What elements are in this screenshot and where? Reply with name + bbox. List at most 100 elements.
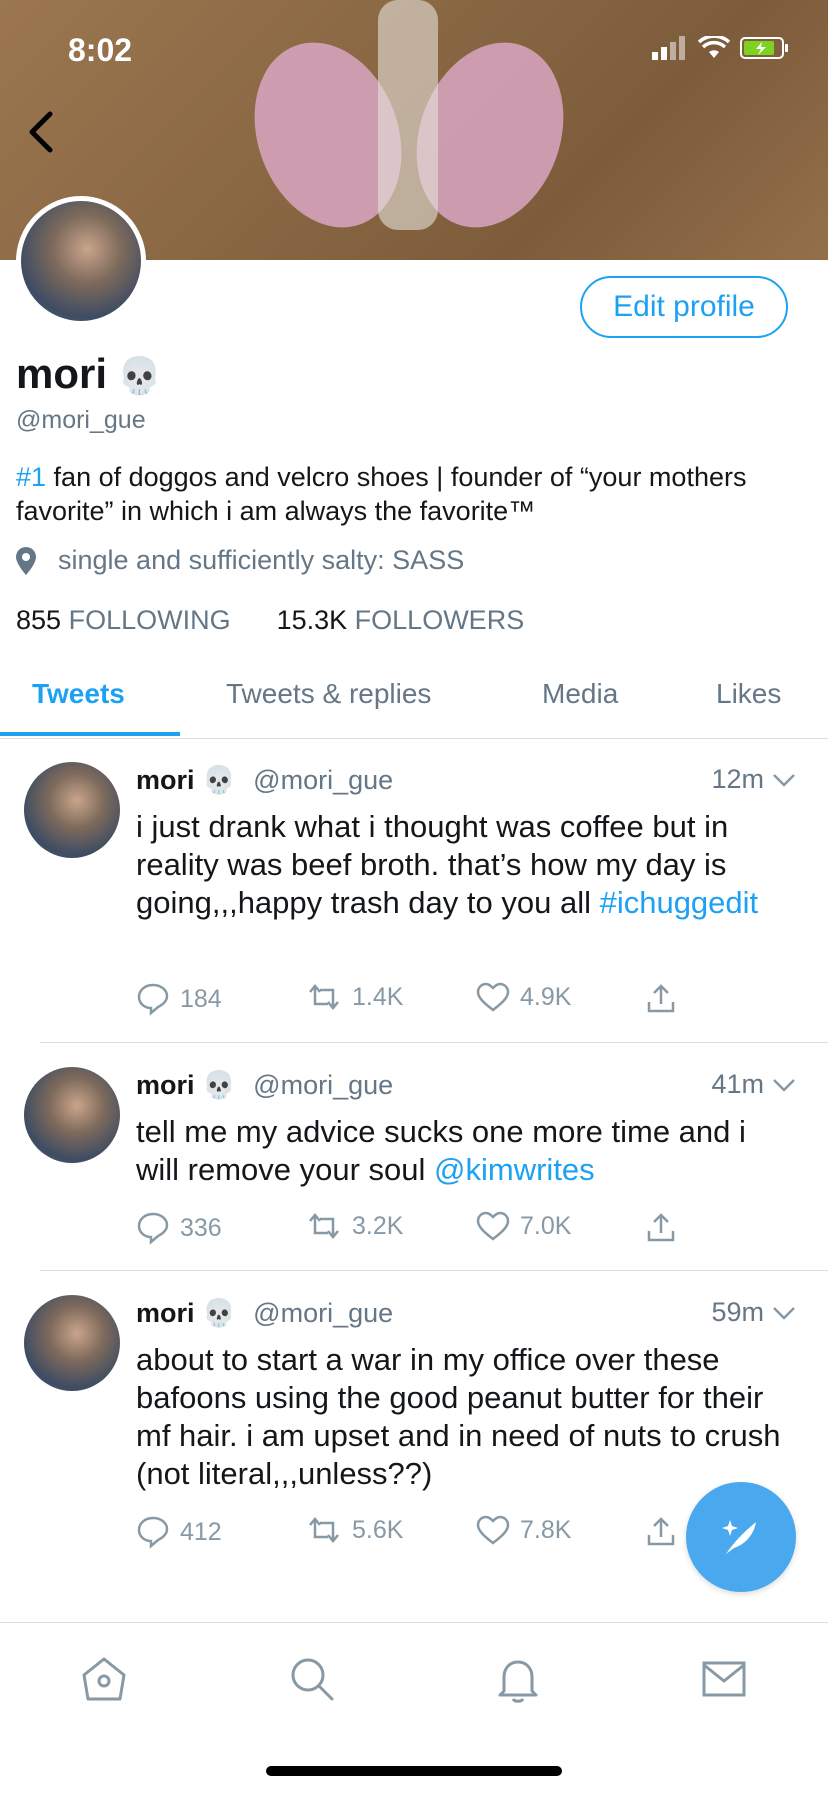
tweet-avatar[interactable] — [24, 1067, 120, 1163]
bio-hashtag[interactable]: #1 — [16, 462, 46, 492]
tweet-time: 59m — [711, 1297, 796, 1328]
tweet[interactable]: mori 💀 @mori_gue 12m i just drank what i… — [0, 756, 828, 1046]
retweet-count: 5.6K — [352, 1515, 404, 1544]
reply-icon — [137, 1516, 169, 1549]
following-count: 855 — [16, 605, 62, 635]
tweet-actions: 184 1.4K 4.9K — [136, 982, 696, 1022]
tweet-timestamp: 12m — [711, 764, 764, 794]
share-button[interactable] — [646, 1211, 676, 1243]
like-count: 4.9K — [520, 982, 572, 1011]
followers-count: 15.3K — [276, 605, 348, 635]
tweet-header: mori 💀 @mori_gue — [136, 764, 393, 796]
search-icon[interactable] — [286, 1653, 338, 1705]
skull-emoji: 💀 — [202, 1070, 236, 1100]
home-icon[interactable] — [78, 1653, 130, 1705]
reply-button[interactable]: 184 — [136, 982, 222, 1016]
chevron-down-icon[interactable] — [772, 1305, 796, 1321]
share-icon — [647, 1213, 675, 1242]
tweet-header: mori 💀 @mori_gue — [136, 1069, 393, 1101]
tweet-author-handle: @mori_gue — [253, 1298, 394, 1328]
profile-avatar[interactable] — [16, 196, 146, 326]
tweet-time: 12m — [711, 764, 796, 795]
following-link[interactable]: 855 FOLLOWING — [16, 605, 231, 636]
signal-icon — [652, 36, 685, 60]
chevron-down-icon[interactable] — [772, 1077, 796, 1093]
retweet-count: 1.4K — [352, 982, 404, 1011]
skull-emoji: 💀 — [202, 1298, 236, 1328]
back-arrow-icon[interactable] — [22, 108, 62, 156]
share-icon — [647, 984, 675, 1013]
tab-media[interactable]: Media — [542, 678, 618, 710]
compose-feather-icon — [722, 1520, 756, 1554]
followers-link[interactable]: 15.3K FOLLOWERS — [277, 605, 525, 636]
edit-profile-button[interactable]: Edit profile — [580, 276, 788, 338]
share-button[interactable] — [646, 1515, 676, 1547]
following-label: FOLLOWING — [68, 605, 231, 635]
like-count: 7.8K — [520, 1515, 572, 1544]
tab-tweets[interactable]: Tweets — [32, 678, 125, 710]
tweet-header: mori 💀 @mori_gue — [136, 1297, 393, 1329]
tweet-author-name: mori — [136, 1070, 195, 1100]
home-indicator — [266, 1766, 562, 1776]
tweet-author-name: mori — [136, 1298, 195, 1328]
tweet-timestamp: 41m — [711, 1069, 764, 1099]
reply-button[interactable]: 412 — [136, 1515, 222, 1549]
tweet-divider — [40, 1042, 828, 1043]
tweet-avatar[interactable] — [24, 1295, 120, 1391]
tweet-author-handle: @mori_gue — [253, 765, 394, 795]
profile-tabs: Tweets Tweets & replies Media Likes — [0, 668, 828, 739]
retweet-icon — [309, 984, 339, 1010]
chevron-down-icon[interactable] — [772, 772, 796, 788]
tweet-text: tell me my advice sucks one more time an… — [136, 1113, 786, 1189]
heart-icon — [476, 982, 510, 1012]
location-pin-icon — [16, 546, 36, 575]
share-button[interactable] — [646, 982, 676, 1014]
heart-icon — [476, 1515, 510, 1545]
like-button[interactable]: 7.8K — [476, 1515, 571, 1545]
like-count: 7.0K — [520, 1211, 572, 1240]
tweet-author-name: mori — [136, 765, 195, 795]
retweet-icon — [309, 1213, 339, 1239]
retweet-button[interactable]: 5.6K — [306, 1515, 403, 1545]
like-button[interactable]: 4.9K — [476, 982, 571, 1012]
profile-bio: #1 fan of doggos and velcro shoes | foun… — [16, 460, 816, 528]
profile-handle: @mori_gue — [16, 406, 146, 434]
notifications-icon[interactable] — [492, 1653, 544, 1705]
tweet-divider — [40, 1270, 828, 1271]
status-time: 8:02 — [68, 32, 133, 68]
like-button[interactable]: 7.0K — [476, 1211, 571, 1241]
location-text: single and sufficiently salty: SASS — [58, 545, 465, 575]
tweet[interactable]: mori 💀 @mori_gue 41m tell me my advice s… — [0, 1061, 828, 1271]
tweet-author-handle: @mori_gue — [253, 1070, 394, 1100]
share-icon — [647, 1517, 675, 1546]
messages-icon[interactable] — [698, 1653, 750, 1705]
tab-tweets-replies[interactable]: Tweets & replies — [226, 678, 431, 710]
skull-emoji: 💀 — [202, 765, 236, 795]
reply-count: 184 — [180, 984, 222, 1013]
followers-label: FOLLOWERS — [354, 605, 525, 635]
retweet-count: 3.2K — [352, 1211, 404, 1240]
tweet-mention-link[interactable]: @kimwrites — [434, 1152, 595, 1187]
reply-icon — [137, 1212, 169, 1245]
bio-text: fan of doggos and velcro shoes | founder… — [16, 462, 747, 526]
tweet-text: about to start a war in my office over t… — [136, 1341, 786, 1493]
tweet-actions: 412 5.6K 7.8K — [136, 1515, 696, 1555]
tweet-timestamp: 59m — [711, 1297, 764, 1327]
status-icons — [652, 36, 790, 60]
reply-count: 412 — [180, 1517, 222, 1546]
retweet-button[interactable]: 3.2K — [306, 1211, 403, 1241]
tweet-actions: 336 3.2K 7.0K — [136, 1211, 696, 1251]
retweet-button[interactable]: 1.4K — [306, 982, 403, 1012]
status-bar: 8:02 — [0, 28, 828, 72]
tweet-time: 41m — [711, 1069, 796, 1100]
profile-name-text: mori — [16, 350, 108, 397]
tweet-hashtag-link[interactable]: #ichuggedit — [600, 885, 759, 920]
compose-tweet-button[interactable] — [686, 1482, 796, 1592]
reply-button[interactable]: 336 — [136, 1211, 222, 1245]
profile-location: single and sufficiently salty: SASS — [16, 545, 464, 576]
tweet-text: i just drank what i thought was coffee b… — [136, 808, 786, 922]
profile-name: mori 💀 — [16, 350, 162, 398]
tab-likes[interactable]: Likes — [716, 678, 781, 710]
reply-count: 336 — [180, 1213, 222, 1242]
tweet-avatar[interactable] — [24, 762, 120, 858]
